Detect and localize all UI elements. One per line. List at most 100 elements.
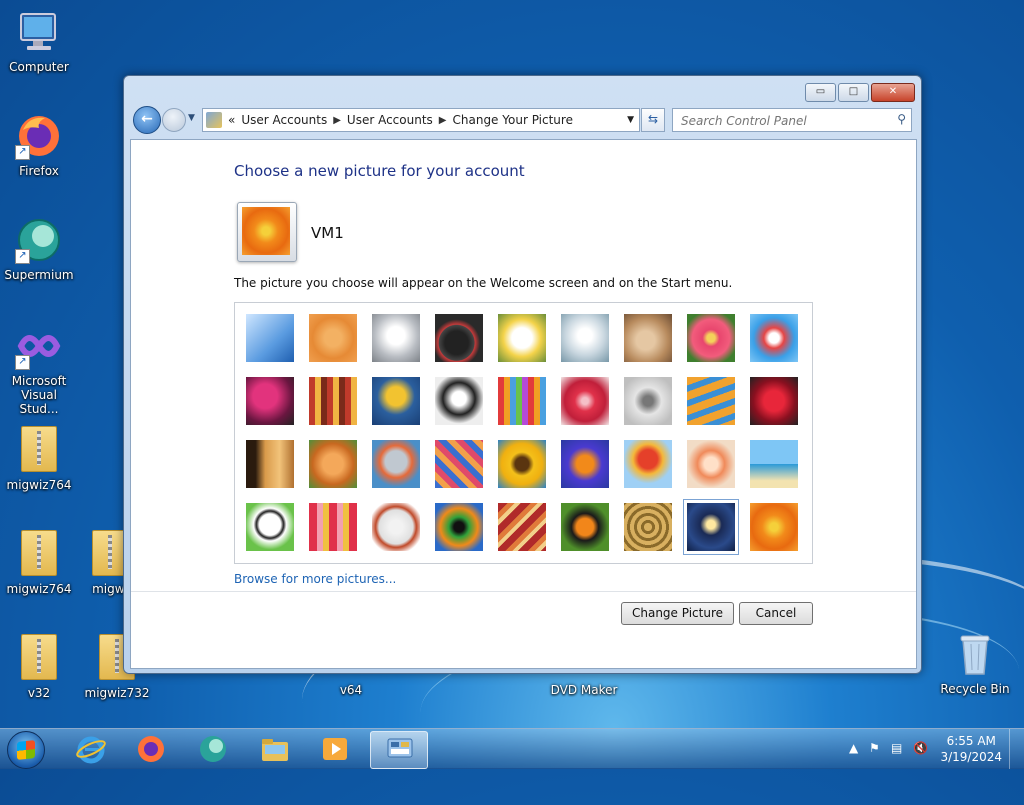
change-picture-window: ▭ □ ✕ ← ▼ « User Accounts ▶ User Account…	[123, 75, 922, 674]
tin-robot-picture[interactable]	[372, 440, 420, 488]
star-ornament-picture[interactable]	[561, 377, 609, 425]
desktop-icon-migwiz764[interactable]: migwiz764	[1, 528, 77, 596]
sunflower-picture[interactable]	[498, 440, 546, 488]
scarves-picture[interactable]	[435, 440, 483, 488]
picture-grid	[234, 302, 813, 564]
account-username: VM1	[311, 224, 344, 242]
current-account-picture	[237, 202, 297, 262]
soccer-ball-picture[interactable]	[246, 503, 294, 551]
marbles-picture[interactable]	[372, 503, 420, 551]
recent-pages-dropdown-icon[interactable]: ▼	[188, 113, 195, 123]
clock-date: 3/19/2024	[940, 750, 1002, 764]
hot-air-balloon-picture[interactable]	[624, 440, 672, 488]
desktop-icon-visual-studio[interactable]: ↗ Microsoft Visual Stud...	[1, 322, 77, 416]
breadcrumb-separator-icon[interactable]: ▶	[439, 115, 447, 126]
windows-logo-icon	[17, 740, 35, 760]
lantern-picture[interactable]	[683, 499, 739, 555]
paper-crane-picture[interactable]	[750, 377, 798, 425]
desktop-icon-v32[interactable]: v32	[1, 632, 77, 700]
search-box[interactable]: ⚲	[672, 108, 912, 132]
breadcrumb-item[interactable]: User Accounts	[241, 113, 327, 127]
desktop-icon-label: DVD Maker	[550, 683, 618, 697]
lucky-cat-picture[interactable]	[498, 314, 546, 362]
cancel-button[interactable]: Cancel	[739, 602, 813, 625]
doll-picture[interactable]	[687, 440, 735, 488]
taskbar-media-player[interactable]	[306, 731, 362, 767]
navigation-bar: ← ▼ « User Accounts ▶ User Accounts ▶ Ch…	[132, 106, 913, 134]
sailboat-picture[interactable]	[750, 440, 798, 488]
clock-time: 6:55 AM	[946, 734, 996, 748]
refresh-button[interactable]: ⇆	[641, 108, 665, 132]
desktop-icon-label: migwiz764	[6, 582, 72, 596]
zip-folder-icon	[15, 530, 63, 578]
fabric-picture[interactable]	[309, 377, 357, 425]
taskbar-supermium[interactable]	[184, 731, 240, 767]
ball-picture[interactable]	[246, 377, 294, 425]
taskbar-file-explorer[interactable]	[246, 731, 302, 767]
show-desktop-button[interactable]	[1009, 729, 1024, 769]
desktop-icon-label: Microsoft Visual Stud...	[11, 374, 67, 416]
shortcut-arrow-icon: ↗	[15, 145, 30, 160]
desktop-icon-firefox[interactable]: ↗ Firefox	[1, 112, 77, 178]
jacks-picture[interactable]	[624, 377, 672, 425]
desktop-icon-recycle-bin[interactable]: Recycle Bin	[937, 630, 1013, 696]
stairs-picture[interactable]	[687, 377, 735, 425]
back-button[interactable]: ←	[133, 106, 161, 134]
taskbar: ▲ ⚑ ▤ 🔇 6:55 AM 3/19/2024	[0, 728, 1024, 769]
rug-picture[interactable]	[498, 503, 546, 551]
guitar-picture[interactable]	[246, 440, 294, 488]
dog-picture[interactable]	[435, 377, 483, 425]
folder-icon	[262, 739, 288, 761]
maximize-button[interactable]: □	[838, 83, 869, 102]
robot-toy-picture[interactable]	[372, 314, 420, 362]
breadcrumb-item[interactable]: Change Your Picture	[453, 113, 573, 127]
taskbar-internet-explorer[interactable]	[62, 731, 118, 767]
address-bar[interactable]: « User Accounts ▶ User Accounts ▶ Change…	[202, 108, 640, 132]
ferris-wheel-picture[interactable]	[750, 314, 798, 362]
address-dropdown-icon[interactable]: ▼	[627, 115, 634, 125]
desktop-icon-migwiz764[interactable]: migwiz764	[1, 424, 77, 492]
desktop-icon-supermium[interactable]: ↗ Supermium	[1, 216, 77, 282]
starfish-picture[interactable]	[309, 314, 357, 362]
clock[interactable]: 6:55 AM 3/19/2024	[940, 733, 1002, 765]
orange-flower-picture[interactable]	[750, 503, 798, 551]
taskbar-firefox[interactable]	[122, 731, 178, 767]
desktop-icon-v64[interactable]: v64	[313, 683, 389, 697]
breadcrumb-item[interactable]: User Accounts	[347, 113, 433, 127]
zip-folder-icon	[15, 426, 63, 474]
volume-muted-icon[interactable]: 🔇	[913, 741, 928, 755]
gyroscope-picture[interactable]	[561, 314, 609, 362]
yellow-leaf-picture[interactable]	[372, 377, 420, 425]
browse-pictures-link[interactable]: Browse for more pictures...	[234, 572, 396, 586]
action-center-flag-icon[interactable]: ⚑	[869, 741, 880, 755]
desktop-icon-label: migwiz764	[6, 478, 72, 492]
search-input[interactable]	[679, 111, 888, 131]
kitten-picture[interactable]	[624, 314, 672, 362]
pink-flower-picture[interactable]	[687, 314, 735, 362]
system-tray: ▲ ⚑ ▤ 🔇 6:55 AM 3/19/2024	[839, 729, 1024, 769]
change-picture-button[interactable]: Change Picture	[621, 602, 734, 625]
pomeranian-picture[interactable]	[309, 440, 357, 488]
window-picture[interactable]	[435, 503, 483, 551]
roller-coaster-picture[interactable]	[246, 314, 294, 362]
taskbar-control-panel[interactable]	[370, 731, 428, 769]
desktop-icon-computer[interactable]: Computer	[1, 8, 77, 74]
butterfly-picture[interactable]	[561, 503, 609, 551]
start-button[interactable]	[7, 731, 45, 769]
close-button[interactable]: ✕	[871, 83, 915, 102]
window-controls: ▭ □ ✕	[805, 83, 915, 102]
search-icon[interactable]: ⚲	[897, 112, 906, 126]
textile-picture[interactable]	[309, 503, 357, 551]
minimize-button[interactable]: ▭	[805, 83, 836, 102]
breadcrumb-separator-icon[interactable]: ▶	[333, 115, 341, 126]
forward-button[interactable]	[162, 108, 186, 132]
fish-picture[interactable]	[561, 440, 609, 488]
content-pane: Choose a new picture for your account VM…	[130, 139, 917, 669]
record-player-picture[interactable]	[435, 314, 483, 362]
network-icon[interactable]: ▤	[891, 741, 902, 755]
crayons-picture[interactable]	[498, 377, 546, 425]
desktop-icon-dvd-maker[interactable]: DVD Maker	[546, 683, 622, 697]
shell-picture[interactable]	[624, 503, 672, 551]
show-hidden-icons-icon[interactable]: ▲	[849, 741, 858, 755]
breadcrumb-overflow[interactable]: «	[228, 113, 235, 127]
